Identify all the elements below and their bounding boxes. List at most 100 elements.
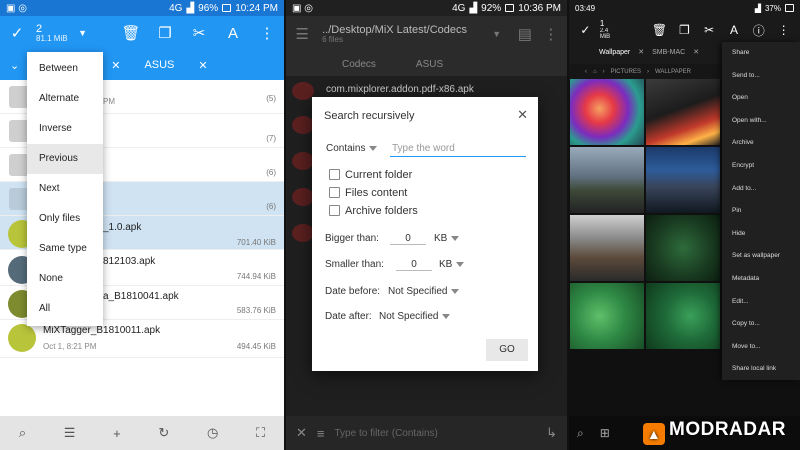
signal-icon: ▟: [186, 2, 195, 14]
date-after-select[interactable]: Not Specified: [379, 311, 451, 322]
files-content-checkbox[interactable]: [329, 187, 340, 198]
menu-item-between[interactable]: Between: [27, 54, 103, 84]
bigger-input[interactable]: 0: [390, 233, 426, 245]
menu-item-next[interactable]: Next: [27, 174, 103, 204]
thumbnail[interactable]: [646, 79, 720, 145]
delete-icon[interactable]: 🗑: [649, 23, 670, 37]
tab-smb-mac[interactable]: SMB-MAC: [652, 49, 685, 56]
item-name: _1.0.apk: [103, 222, 142, 233]
chevron-left-icon[interactable]: ‹: [585, 69, 587, 75]
breadcrumb-wallpaper[interactable]: WALLPAPER: [655, 69, 691, 75]
refresh-icon[interactable]: ↻: [158, 425, 169, 441]
date-before-select[interactable]: Not Specified: [388, 286, 460, 297]
thumbnail[interactable]: [570, 79, 644, 145]
menu-item-encrypt[interactable]: Encrypt: [722, 155, 800, 178]
menu-item-hide[interactable]: Hide: [722, 223, 800, 246]
chevron-down-icon[interactable]: ⌄: [10, 59, 19, 72]
rename-icon[interactable]: A: [222, 25, 244, 42]
history-icon[interactable]: ◷: [207, 425, 218, 441]
bigger-unit-select[interactable]: KB: [434, 233, 460, 244]
delete-icon[interactable]: 🗑: [120, 24, 142, 42]
close-icon[interactable]: ✕: [693, 48, 699, 56]
search-word-input[interactable]: Type the word: [390, 143, 526, 157]
tab-wallpaper[interactable]: Wallpaper: [599, 49, 630, 56]
caret-down-icon: [451, 288, 460, 294]
close-icon[interactable]: ✕: [638, 48, 644, 56]
tab-asus[interactable]: ASUS: [416, 59, 443, 70]
menu-item-share[interactable]: Share: [722, 42, 800, 65]
close-icon[interactable]: ✕: [296, 425, 307, 441]
copy-icon[interactable]: ❐: [674, 23, 695, 37]
menu-item-move-to[interactable]: Move to...: [722, 336, 800, 359]
menu-item-pin[interactable]: Pin: [722, 200, 800, 223]
menu-item-share-local-link[interactable]: Share local link: [722, 358, 800, 381]
close-icon[interactable]: ✕: [517, 107, 528, 123]
bigger-label: Bigger than:: [325, 233, 379, 244]
apk-icon: [292, 152, 314, 170]
selection-count: 1: [599, 19, 605, 28]
smaller-unit-select[interactable]: KB: [439, 259, 465, 270]
filter-input[interactable]: Type to filter (Contains): [335, 428, 537, 439]
smaller-input[interactable]: 0: [396, 259, 432, 271]
enter-icon[interactable]: ↳: [546, 425, 557, 441]
check-icon[interactable]: ✓: [6, 24, 28, 42]
menu-item-edit[interactable]: Edit...: [722, 291, 800, 314]
thumbnail[interactable]: [646, 215, 720, 281]
menu-item-alternate[interactable]: Alternate: [27, 84, 103, 114]
copy-icon[interactable]: ❐: [154, 24, 176, 42]
grid-icon[interactable]: ⊞: [600, 426, 610, 440]
menu-item-none[interactable]: None: [27, 264, 103, 294]
menu-item-only-files[interactable]: Only files: [27, 204, 103, 234]
menu-item-open-with[interactable]: Open with...: [722, 110, 800, 133]
item-count: (6): [266, 168, 276, 177]
archive-folders-checkbox[interactable]: [329, 205, 340, 216]
add-icon[interactable]: +: [113, 426, 121, 441]
info-icon[interactable]: ⓘ: [748, 22, 769, 39]
menu-item-open[interactable]: Open: [722, 87, 800, 110]
menu-item-add-to[interactable]: Add to...: [722, 178, 800, 201]
menu-item-copy-to[interactable]: Copy to...: [722, 313, 800, 336]
search-icon[interactable]: ⌕: [19, 425, 26, 441]
home-icon[interactable]: ⌂: [593, 69, 597, 75]
cut-icon[interactable]: ✂: [699, 23, 720, 37]
p2-appbar: ▣ ◎ 4G ▟ 92% 10:36 PM ☰ ../Desktop/MiX L…: [286, 0, 567, 76]
more-icon[interactable]: ⋮: [773, 23, 794, 37]
check-icon[interactable]: ✓: [575, 23, 596, 37]
mode-select[interactable]: Contains: [326, 143, 378, 154]
menu-item-archive[interactable]: Archive: [722, 132, 800, 155]
tab-codecs[interactable]: Codecs: [342, 59, 376, 70]
more-icon[interactable]: ⋮: [256, 24, 278, 42]
more-icon[interactable]: ⋮: [541, 25, 561, 43]
go-button[interactable]: GO: [486, 339, 528, 361]
dropdown-icon[interactable]: ▼: [72, 28, 94, 38]
filter-list-icon[interactable]: ≡: [317, 426, 325, 441]
menu-item-same-type[interactable]: Same type: [27, 234, 103, 264]
menu-item-set-wallpaper[interactable]: Set as wallpaper: [722, 245, 800, 268]
item-count: (5): [266, 94, 276, 103]
item-size: 494.45 KiB: [236, 342, 276, 351]
search-icon[interactable]: ⌕: [577, 426, 584, 441]
close-icon[interactable]: ✕: [198, 59, 207, 72]
close-icon[interactable]: ✕: [111, 59, 120, 72]
dropdown-icon[interactable]: ▼: [487, 29, 507, 39]
list-icon[interactable]: ☰: [64, 425, 76, 441]
menu-item-inverse[interactable]: Inverse: [27, 114, 103, 144]
current-folder-checkbox[interactable]: [329, 169, 340, 180]
menu-item-previous[interactable]: Previous: [27, 144, 103, 174]
rename-icon[interactable]: A: [724, 23, 745, 37]
thumbnail[interactable]: [570, 147, 644, 213]
select-all-icon[interactable]: ⛶: [256, 425, 265, 441]
breadcrumb-pictures[interactable]: PICTURES: [611, 69, 641, 75]
menu-item-metadata[interactable]: Metadata: [722, 268, 800, 291]
cut-icon[interactable]: ✂: [188, 24, 210, 42]
p1-net-label: 4G: [169, 2, 183, 14]
menu-item-all[interactable]: All: [27, 294, 103, 324]
thumbnail[interactable]: [570, 283, 644, 349]
thumbnail[interactable]: [570, 215, 644, 281]
menu-item-send-to[interactable]: Send to...: [722, 65, 800, 88]
tab-asus[interactable]: ASUS: [144, 59, 174, 71]
thumbnail[interactable]: [646, 147, 720, 213]
thumbnail[interactable]: [646, 283, 720, 349]
clipboard-icon[interactable]: ▤: [515, 25, 535, 43]
menu-icon[interactable]: ☰: [292, 25, 312, 43]
